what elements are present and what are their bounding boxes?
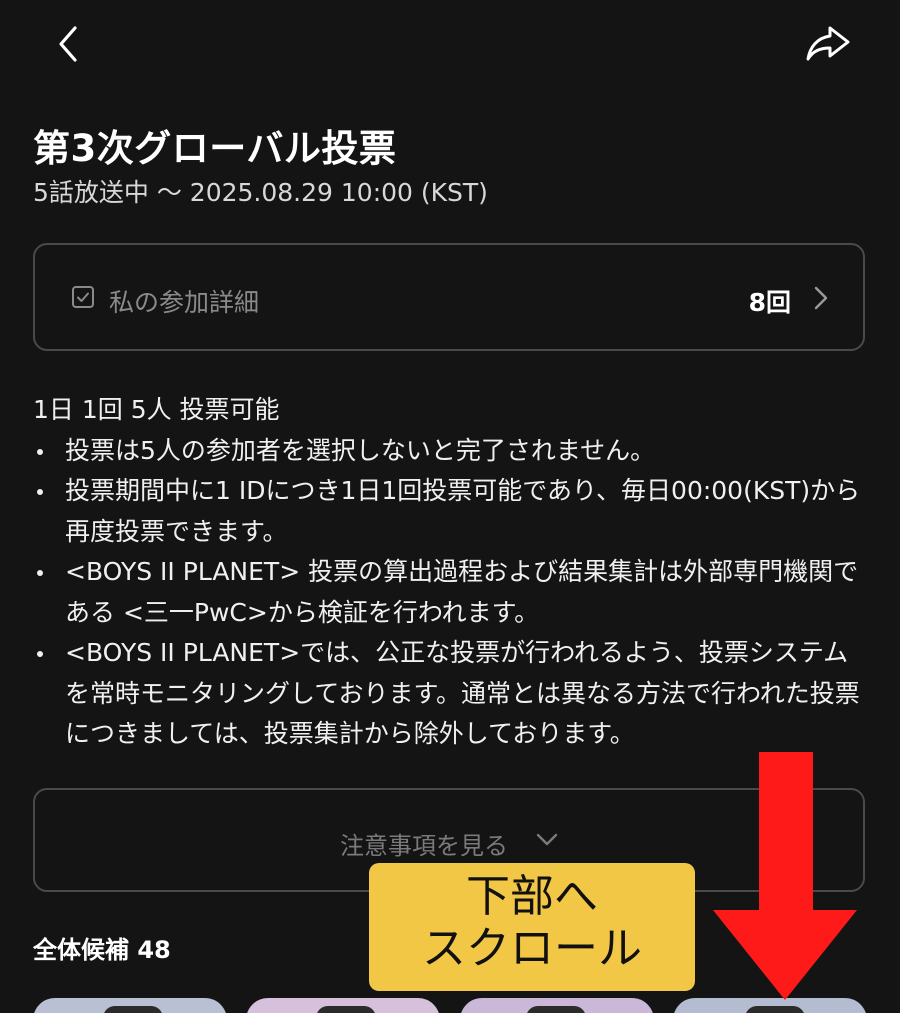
- candidates-count-heading: 全体候補 48: [33, 936, 171, 964]
- candidate-card[interactable]: [460, 998, 654, 1013]
- rules-list: 投票は5人の参加者を選択しないと完了されません。 投票期間中に1 IDにつき1日…: [33, 431, 863, 755]
- participation-details-button[interactable]: 私の参加詳細 8回: [33, 243, 865, 351]
- callout-line-1: 下部へ: [466, 871, 598, 922]
- candidate-grid: [33, 998, 867, 1013]
- rule-item: 投票は5人の参加者を選択しないと完了されません。: [33, 431, 863, 472]
- share-arrow-icon: [806, 26, 850, 61]
- rules-headline: 1日 1回 5人 投票可能: [33, 395, 280, 424]
- rule-item: <BOYS II PLANET>では、公正な投票が行われるよう、投票システムを常…: [33, 633, 863, 755]
- view-notices-label: 注意事項を見る: [340, 832, 508, 860]
- checkbox-icon: [72, 286, 94, 308]
- vote-rules: 1日 1回 5人 投票可能 投票は5人の参加者を選択しないと完了されません。 投…: [33, 390, 863, 755]
- vote-period: 5話放送中 〜 2025.08.29 10:00 (KST): [33, 178, 488, 207]
- candidate-photo: [103, 1006, 163, 1013]
- chevron-right-icon: [814, 286, 828, 310]
- down-arrow-icon: [713, 752, 857, 1000]
- participation-label: 私の参加詳細: [109, 288, 260, 317]
- share-button[interactable]: [800, 20, 856, 68]
- candidate-photo: [526, 1006, 586, 1013]
- candidate-photo: [316, 1006, 376, 1013]
- chevron-left-icon: [59, 26, 77, 62]
- callout-line-2: スクロール: [422, 923, 642, 974]
- scroll-down-callout: 下部へ スクロール: [369, 863, 695, 991]
- candidate-card[interactable]: [33, 998, 227, 1013]
- candidate-card[interactable]: [673, 998, 867, 1013]
- rule-item: 投票期間中に1 IDにつき1日1回投票可能であり、毎日00:00(KST)から再…: [33, 471, 863, 552]
- chevron-down-icon: [536, 833, 558, 846]
- candidate-card[interactable]: [246, 998, 440, 1013]
- candidate-photo: [745, 1006, 805, 1013]
- vote-screen: 第3次グローバル投票 5話放送中 〜 2025.08.29 10:00 (KST…: [0, 0, 900, 1013]
- rule-item: <BOYS II PLANET> 投票の算出過程および結果集計は外部専門機関であ…: [33, 552, 863, 633]
- participation-count: 8回: [748, 288, 791, 317]
- back-button[interactable]: [44, 20, 92, 68]
- page-title: 第3次グローバル投票: [33, 127, 397, 170]
